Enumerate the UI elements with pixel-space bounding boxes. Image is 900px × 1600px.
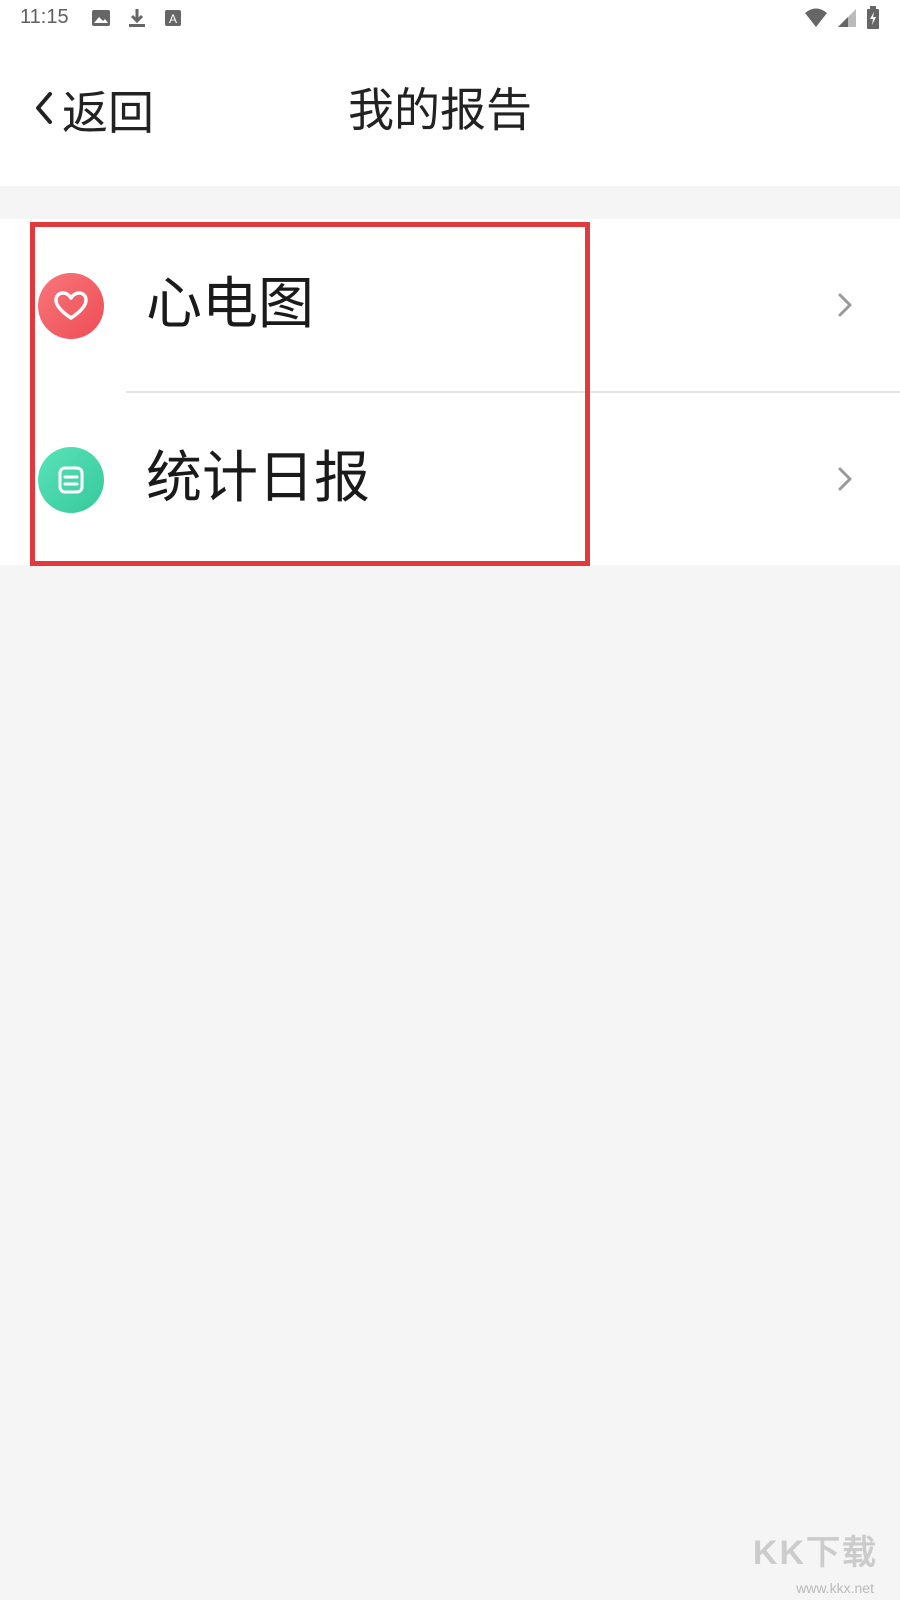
signal-icon xyxy=(836,7,858,33)
page-title: 我的报告 xyxy=(348,83,532,137)
battery-charging-icon xyxy=(866,6,880,34)
list-item-ecg[interactable]: 心电图 xyxy=(0,219,900,393)
status-bar: 11:15 A xyxy=(0,0,900,36)
document-icon xyxy=(38,447,104,513)
list-item-label: 统计日报 xyxy=(146,446,370,511)
font-a-icon: A xyxy=(162,7,184,29)
download-icon xyxy=(126,7,148,29)
status-icons-left: A xyxy=(90,7,184,29)
watermark-url: www.kkx.net xyxy=(796,1580,874,1596)
watermark-logo: KK下载 xyxy=(752,1534,878,1572)
heart-icon xyxy=(38,273,104,339)
status-time: 11:15 xyxy=(20,6,69,28)
wifi-icon xyxy=(804,7,828,33)
status-icons-right xyxy=(804,6,880,34)
nav-bar: 返回 我的报告 xyxy=(0,36,900,186)
chevron-right-icon xyxy=(830,461,860,497)
image-icon xyxy=(90,7,112,29)
svg-text:A: A xyxy=(169,12,177,26)
report-list: 心电图 统计日报 xyxy=(0,219,900,565)
list-item-daily-stats[interactable]: 统计日报 xyxy=(0,393,900,565)
list-item-label: 心电图 xyxy=(146,272,314,337)
chevron-right-icon xyxy=(830,287,860,323)
